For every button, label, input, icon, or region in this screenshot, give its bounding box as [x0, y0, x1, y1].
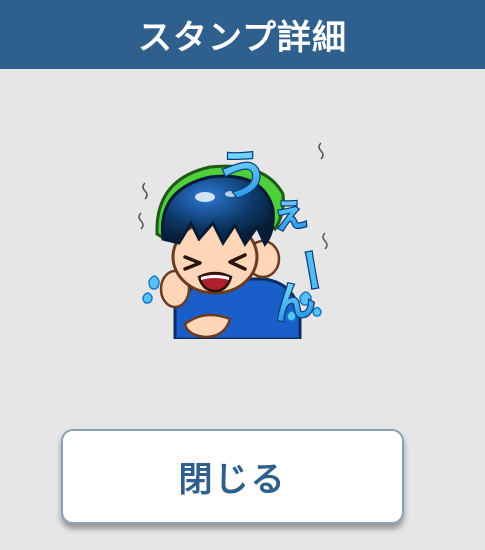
svg-text:ん: ん [269, 274, 319, 330]
svg-text:う: う [213, 143, 273, 210]
crying-boy-sticker-icon: う ぇ ー ん [135, 139, 340, 341]
close-button[interactable]: 閉じる [61, 429, 404, 524]
header-bar: スタンプ詳細 [0, 0, 485, 69]
close-button-label: 閉じる [178, 460, 287, 500]
sticker-detail-content: う ぇ ー ん 閉じる [0, 69, 485, 550]
svg-text:ぇ: ぇ [267, 188, 313, 239]
page-title: スタンプ詳細 [138, 18, 347, 58]
